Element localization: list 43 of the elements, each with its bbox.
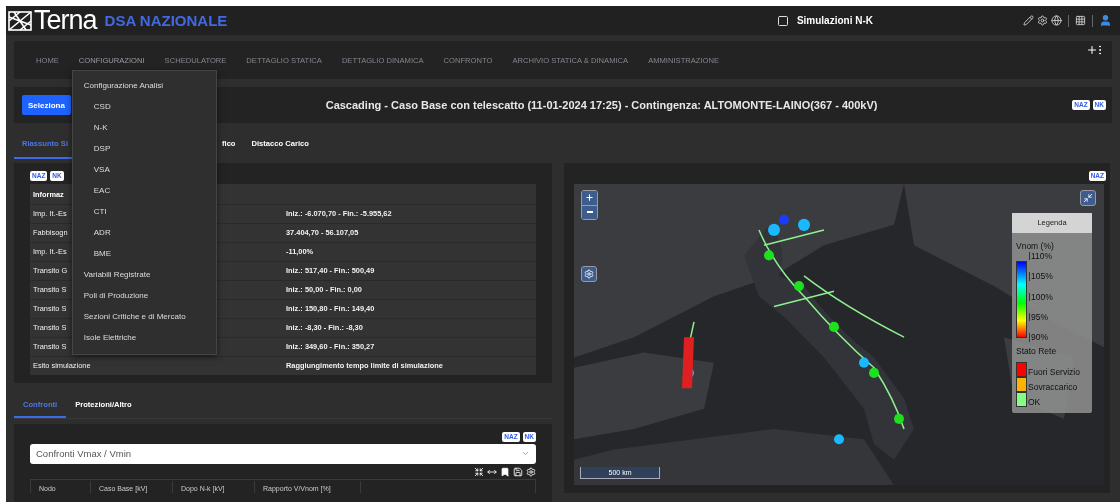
menu-item[interactable]: Configurazione Analisi [72,75,216,96]
submenu-item[interactable]: CTI [72,201,216,222]
pencil-icon[interactable] [1023,15,1034,26]
menu-item[interactable]: Sezioni Critiche e di Mercato [72,306,216,327]
collapse-arrows-icon [1083,192,1093,203]
plus-icon [585,193,594,203]
select-button[interactable]: Seleziona [22,95,71,115]
scale-tick: 110% [1029,251,1053,261]
logo: Terna [34,7,97,34]
globe-icon[interactable] [1051,15,1062,26]
collapse-icon[interactable] [474,466,484,477]
app-title: DSA NAZIONALE [104,12,228,29]
submenu-item[interactable]: CSD [72,96,216,117]
add-icon[interactable] [1086,44,1098,56]
logo-icon [8,10,32,31]
save-icon[interactable] [513,466,523,477]
submenu-item[interactable]: ADR [72,222,216,243]
scale-tick: 100% [1029,292,1053,302]
minus-icon [586,211,593,214]
scale-tick: 95% [1029,312,1053,322]
menu-item[interactable]: Variabili Registrate [72,264,216,285]
legend-label: OK [1028,396,1041,407]
scale-tick: 105% [1029,272,1053,281]
zoom-in-button[interactable] [582,190,597,205]
gear-icon [584,268,594,279]
submenu-item[interactable]: EAC [72,180,216,201]
bookmark-icon[interactable] [500,466,510,477]
menu-item[interactable]: Isole Elettriche [72,327,216,348]
menu-item[interactable]: Poli di Produzione [72,285,216,306]
scale-tick: 90% [1029,333,1053,342]
legend-label: Stato Rete [1016,345,1058,356]
submenu-item[interactable]: VSA [72,159,216,180]
simulation-title: Cascading - Caso Base con telescatto (11-01-2024 17:25) - Contingenza: ALTOMONTE-LAINO(367 - 400kV) [325,99,878,111]
settings-icon[interactable] [1037,15,1048,26]
legend-label: Sovraccarico [1028,381,1078,392]
submenu-item[interactable]: BME [72,243,216,264]
user-icon[interactable] [1099,14,1112,27]
legend-label: Fuori Servizio [1028,366,1080,377]
comparison-select[interactable]: Confronti Vmax / Vmin [30,443,536,464]
apps-grid-icon[interactable] [1075,15,1086,26]
panel-icon[interactable] [776,14,789,27]
context-title: Simulazioni N-K [796,15,873,26]
legend-label: Vnom (%) [1016,240,1055,251]
